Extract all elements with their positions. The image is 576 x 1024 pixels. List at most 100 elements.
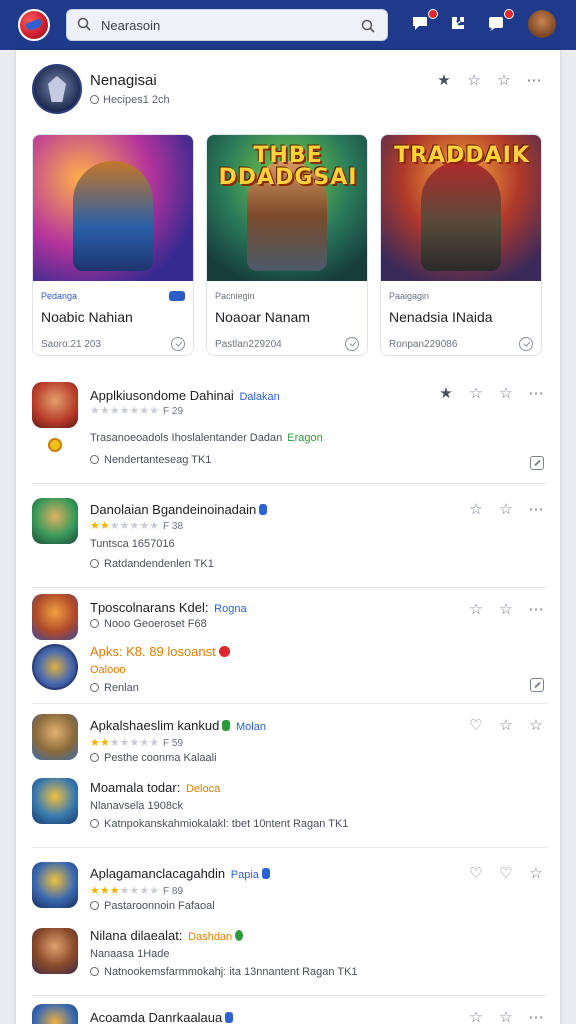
app-title: Danolaian Bgandeinoinadain: [90, 502, 268, 517]
sub-description: Nanaasa 1Hade: [90, 948, 170, 960]
game-icon: [32, 714, 78, 760]
app-logo[interactable]: [18, 9, 50, 41]
favorite-star-icon[interactable]: ★: [434, 70, 454, 90]
check-icon[interactable]: [519, 337, 533, 351]
star-outline-icon[interactable]: ☆: [468, 384, 484, 402]
more-icon[interactable]: ⋯: [528, 1008, 544, 1024]
featured-games: Pedanga Noabic Nahian Saoro:21 203 THBE …: [32, 134, 544, 358]
sub-game-icon: [32, 778, 78, 824]
app-description: Nooo Geoeroset F68: [90, 618, 207, 630]
bookmark-star-icon[interactable]: ☆: [498, 716, 514, 734]
more-icon[interactable]: ⋯: [528, 600, 544, 618]
featured-dev: Pacniegin: [215, 291, 255, 301]
verified-icon: [225, 1012, 234, 1023]
app-list: Applkiusondome Dahinai Dalakan ★★★★★★★ F …: [32, 372, 548, 1024]
featured-card[interactable]: Pedanga Noabic Nahian Saoro:21 203: [32, 134, 194, 356]
featured-footer: Saoro:21 203: [41, 338, 102, 350]
developer-name: Nenagisai: [90, 72, 157, 89]
bookmark-star-icon[interactable]: ☆: [498, 1008, 514, 1024]
sub-title: Apks: K8. 89 losoanst: [90, 644, 230, 659]
status-dot-icon: [235, 930, 244, 941]
more-icon[interactable]: ⋯: [528, 500, 544, 518]
list-item[interactable]: Acoamda Danrkaalaua ☆ ☆ ⋯: [32, 996, 548, 1024]
search-input[interactable]: Nearasoin: [101, 18, 160, 33]
heart-icon[interactable]: ♡: [468, 864, 484, 882]
featured-dev: Paaigagin: [389, 291, 430, 301]
app-meta: Katnpokanskahmiokalakl: tbet 10ntent Rag…: [90, 818, 348, 830]
list-item[interactable]: Aplagamanclacagahdin Papia ★★★★★★★ F 89 P…: [32, 848, 548, 996]
star-outline-icon[interactable]: ☆: [528, 864, 544, 882]
favorite-star-icon[interactable]: ★: [438, 384, 454, 402]
game-art-title: TRADDAIK: [394, 143, 530, 168]
list-item[interactable]: Danolaian Bgandeinoinadain ★★★★★★★ F 38 T…: [32, 484, 548, 588]
game-icon: [32, 1004, 78, 1024]
featured-dev: Pedanga: [41, 291, 78, 301]
app-title: Tposcolnarans Kdel: Rogna: [90, 600, 247, 615]
bookmark-star-icon[interactable]: ☆: [494, 70, 514, 90]
featured-card[interactable]: TRADDAIK Paaigagin Nenadsia INaida Ronpa…: [380, 134, 542, 356]
chat-bubble-icon[interactable]: ♡: [468, 716, 484, 734]
featured-title: Nenadsia INaida: [389, 309, 493, 325]
chat-icon[interactable]: [410, 9, 438, 37]
verified-icon: [261, 868, 270, 879]
developer-emblem: [32, 64, 82, 114]
game-art-title: THBE DDADGSAI: [218, 143, 358, 190]
more-icon[interactable]: ⋯: [528, 384, 544, 402]
sub-game-icon: [32, 644, 78, 690]
search-submit-icon[interactable]: [361, 19, 375, 38]
top-bar: Nearasoin: [0, 0, 576, 50]
app-meta: Natnookemsfarmmokahj: ita 13nnantent Rag…: [90, 966, 358, 978]
verified-chip-icon: [169, 291, 185, 301]
list-item[interactable]: Tposcolnarans Kdel: Rogna Nooo Geoeroset…: [32, 588, 548, 704]
edit-icon[interactable]: [530, 678, 544, 692]
featured-footer: Ronpan229086: [389, 338, 458, 350]
app-description: Tuntsca 1657016: [90, 538, 175, 550]
game-icon: [32, 498, 78, 544]
app-description: Trasanoeoadols Ihoslalentander Dadan Era…: [90, 432, 323, 444]
message-icon[interactable]: [486, 9, 514, 37]
rating-stars: ★★★★★★★ F 89: [90, 885, 184, 897]
developer-page: Nenagisai Hecipes1 2ch ★ ☆ ☆ ⋯ Pedanga N…: [16, 50, 560, 1024]
featured-title: Noaoar Nanam: [215, 309, 310, 325]
rating-stars: ★★★★★★★ F 38: [90, 520, 184, 532]
featured-card[interactable]: THBE DDADGSAI Pacniegin Noaoar Nanam Pas…: [206, 134, 368, 356]
app-meta: Renlan: [90, 682, 139, 694]
app-meta: Nendertanteseag TK1: [90, 454, 211, 466]
sub-title: Nilana dilaealat: Dashdan: [90, 928, 244, 943]
app-title: Acoamda Danrkaalaua: [90, 1010, 234, 1024]
check-icon[interactable]: [345, 337, 359, 351]
heart-icon[interactable]: ♡: [498, 864, 514, 882]
app-description: Pastaroonnoin Fafaoal: [90, 900, 215, 912]
verified-icon: [259, 504, 268, 515]
star-outline-icon[interactable]: ☆: [468, 600, 484, 618]
app-title: Apkalshaeslim kankud Molan: [90, 718, 266, 733]
bookmark-star-icon[interactable]: ☆: [498, 384, 514, 402]
star-outline-icon[interactable]: ☆: [464, 70, 484, 90]
app-meta: Ratdandendenlen TK1: [90, 558, 214, 570]
developer-header: Nenagisai Hecipes1 2ch ★ ☆ ☆ ⋯: [32, 62, 544, 122]
more-icon[interactable]: ⋯: [524, 70, 544, 90]
app-title: Applkiusondome Dahinai Dalakan: [90, 388, 280, 403]
bookmark-star-icon[interactable]: ☆: [498, 500, 514, 518]
game-icon: [32, 862, 78, 908]
sub-description: Nlanavsela 1908ck: [90, 800, 183, 812]
game-art: TRADDAIK: [381, 135, 541, 281]
app-title: Aplagamanclacagahdin Papia: [90, 866, 270, 881]
list-item[interactable]: Applkiusondome Dahinai Dalakan ★★★★★★★ F …: [32, 372, 548, 484]
bookmark-star-icon[interactable]: ☆: [498, 600, 514, 618]
puzzle-icon[interactable]: [448, 13, 472, 37]
search-bar[interactable]: Nearasoin: [66, 9, 388, 41]
edit-icon[interactable]: [530, 456, 544, 470]
user-avatar[interactable]: [528, 10, 556, 38]
star-outline-icon[interactable]: ☆: [468, 500, 484, 518]
check-icon[interactable]: [171, 337, 185, 351]
sub-tag: Oalooo: [90, 664, 126, 676]
star-outline-icon[interactable]: ☆: [528, 716, 544, 734]
star-outline-icon[interactable]: ☆: [468, 1008, 484, 1024]
list-item[interactable]: Apkalshaeslim kankud Molan ★★★★★★★ F 59 P…: [32, 704, 548, 848]
developer-subtitle: Hecipes1 2ch: [90, 94, 170, 106]
rating-stars: ★★★★★★★ F 59: [90, 737, 184, 749]
app-description: Pesthe coonma Kalaali: [90, 752, 217, 764]
search-icon: [73, 11, 101, 39]
game-art: THBE DDADGSAI: [207, 135, 367, 281]
